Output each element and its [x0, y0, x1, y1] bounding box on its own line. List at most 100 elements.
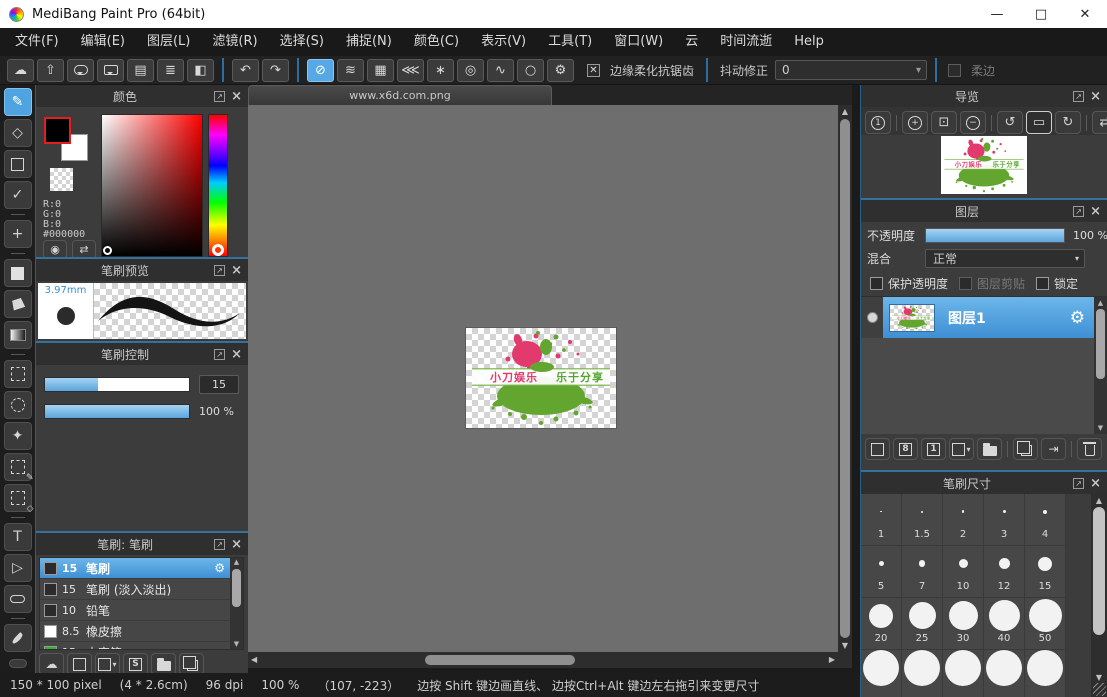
- layer-opacity-slider[interactable]: [925, 228, 1065, 243]
- layer-row[interactable]: 小刀娱乐乐于分享 图层1 ⚙: [861, 297, 1107, 338]
- brush-size-cell[interactable]: [1025, 650, 1066, 697]
- zoom-original-button[interactable]: 1: [865, 111, 891, 134]
- close-button[interactable]: ✕: [1063, 0, 1107, 28]
- new-layer-button[interactable]: [865, 438, 890, 460]
- scroll-down-icon[interactable]: ▼: [1091, 673, 1107, 682]
- popout-icon[interactable]: ↗: [1073, 206, 1084, 217]
- popout-icon[interactable]: ↗: [1073, 478, 1084, 489]
- scrollbar-thumb[interactable]: [1093, 507, 1105, 635]
- brush-row[interactable]: 10铅笔: [40, 600, 230, 621]
- snap-off-button[interactable]: ⊘: [307, 59, 334, 82]
- lasso-tool[interactable]: [4, 391, 32, 419]
- brush-size-cell-4[interactable]: 4: [1025, 494, 1066, 546]
- brush-row[interactable]: 15笔刷⚙: [40, 558, 230, 579]
- scroll-up-icon[interactable]: ▲: [1094, 299, 1107, 307]
- brush-size-cell-30[interactable]: 30: [943, 598, 984, 650]
- scroll-down-icon[interactable]: ▼: [234, 640, 239, 649]
- popout-icon[interactable]: ↗: [1073, 91, 1084, 102]
- brush-size-cell[interactable]: [861, 650, 902, 697]
- reset-rotation-button[interactable]: ▭: [1026, 111, 1052, 134]
- scrollbar-thumb[interactable]: [1096, 309, 1105, 379]
- menu-item-5[interactable]: 捕捉(N): [335, 28, 403, 56]
- panel-edit-icon[interactable]: ◧: [187, 59, 214, 82]
- close-icon[interactable]: ×: [1090, 206, 1101, 217]
- menu-item-0[interactable]: 文件(F): [4, 28, 70, 56]
- snap-ellipse-button[interactable]: ○: [517, 59, 544, 82]
- close-icon[interactable]: ×: [231, 349, 242, 360]
- close-icon[interactable]: ×: [231, 539, 242, 550]
- foreground-color-swatch[interactable]: [44, 117, 71, 144]
- menu-item-11[interactable]: 时间流逝: [709, 28, 783, 56]
- antialias-checkbox[interactable]: ✕: [587, 64, 600, 77]
- canvas-area[interactable]: www.x6d.com.png 小刀娱乐乐于分享 ▲ ▼ ◀ ▶: [248, 85, 852, 668]
- cloud-brush-button[interactable]: ☁: [39, 653, 64, 675]
- canvas-vertical-scrollbar[interactable]: ▲ ▼: [838, 105, 852, 652]
- menu-item-1[interactable]: 编辑(E): [70, 28, 136, 56]
- select-pen-tool[interactable]: ✎: [4, 453, 32, 481]
- close-icon[interactable]: ×: [231, 91, 242, 102]
- delete-layer-button[interactable]: [1077, 438, 1102, 460]
- close-icon[interactable]: ×: [231, 265, 242, 276]
- undo-button[interactable]: ↶: [232, 59, 259, 82]
- menu-item-8[interactable]: 工具(T): [537, 28, 603, 56]
- brush-size-cell-40[interactable]: 40: [984, 598, 1025, 650]
- gear-icon[interactable]: ⚙: [214, 561, 225, 575]
- menu-item-9[interactable]: 窗口(W): [603, 28, 674, 56]
- hue-bar[interactable]: [208, 114, 228, 257]
- object-select-tool[interactable]: ▷: [4, 554, 32, 582]
- share-icon[interactable]: ⇧: [37, 59, 64, 82]
- brush-size-cell-7[interactable]: 7: [902, 546, 943, 598]
- new-brush-button[interactable]: [67, 653, 92, 675]
- scroll-left-icon[interactable]: ◀: [251, 652, 257, 668]
- snap-concentric-button[interactable]: ◎: [457, 59, 484, 82]
- snap-curve-button[interactable]: ∿: [487, 59, 514, 82]
- brush-tool[interactable]: ✎: [4, 88, 32, 116]
- brush-size-cell-1.5[interactable]: 1.5: [902, 494, 943, 546]
- brush-row[interactable]: 15笔刷 (淡入淡出): [40, 579, 230, 600]
- scrollbar-thumb[interactable]: [840, 119, 850, 638]
- hue-marker[interactable]: [212, 244, 224, 256]
- gradient-tool[interactable]: [4, 321, 32, 349]
- add-brush-button[interactable]: ▾: [95, 653, 120, 675]
- brush-size-cell-2[interactable]: 2: [943, 494, 984, 546]
- snap-settings-button[interactable]: ⚙: [547, 59, 574, 82]
- fit-screen-button[interactable]: ⊡: [931, 111, 957, 134]
- brush-opacity-slider[interactable]: [44, 404, 190, 419]
- transparent-color-swatch[interactable]: [50, 168, 73, 191]
- menu-item-6[interactable]: 颜色(C): [403, 28, 470, 56]
- material-panel-icon[interactable]: ≣: [157, 59, 184, 82]
- brush-size-cell-1[interactable]: 1: [861, 494, 902, 546]
- duplicate-layer-button[interactable]: [1013, 438, 1038, 460]
- script-brush-button[interactable]: S: [123, 653, 148, 675]
- brush-size-cell[interactable]: [943, 650, 984, 697]
- document-icon[interactable]: ▤: [127, 59, 154, 82]
- chat-icon[interactable]: [97, 59, 124, 82]
- move-tool[interactable]: +: [4, 220, 32, 248]
- protect-alpha-checkbox[interactable]: [870, 277, 883, 290]
- layer-folder-button[interactable]: [977, 438, 1002, 460]
- brush-size-cell-10[interactable]: 10: [943, 546, 984, 598]
- new-1bit-layer-button[interactable]: 1: [921, 438, 946, 460]
- gear-icon[interactable]: ⚙: [1070, 308, 1085, 328]
- blend-mode-dropdown[interactable]: 正常 ▾: [925, 249, 1085, 268]
- brush-size-cell-15[interactable]: 15: [1025, 546, 1066, 598]
- lock-checkbox[interactable]: [1036, 277, 1049, 290]
- fill-rect-tool[interactable]: [4, 259, 32, 287]
- rotate-cw-button[interactable]: ↻: [1055, 111, 1081, 134]
- menu-item-2[interactable]: 图层(L): [136, 28, 201, 56]
- resize-grip[interactable]: [1093, 683, 1106, 696]
- menu-item-7[interactable]: 表示(V): [470, 28, 537, 56]
- soft-edge-checkbox[interactable]: [948, 64, 961, 77]
- brush-size-cell-12[interactable]: 12: [984, 546, 1025, 598]
- menu-item-3[interactable]: 滤镜(R): [201, 28, 268, 56]
- snap-vanishing-button[interactable]: ⋘: [397, 59, 424, 82]
- snap-parallel-button[interactable]: ≋: [337, 59, 364, 82]
- scroll-up-icon[interactable]: ▲: [838, 107, 852, 116]
- scrollbar-thumb[interactable]: [425, 655, 575, 665]
- brush-size-cell[interactable]: [902, 650, 943, 697]
- maximize-button[interactable]: □: [1019, 0, 1063, 28]
- add-layer-button[interactable]: ▾: [949, 438, 974, 460]
- close-icon[interactable]: ×: [1090, 91, 1101, 102]
- new-8bit-layer-button[interactable]: 8: [893, 438, 918, 460]
- popout-icon[interactable]: ↗: [214, 349, 225, 360]
